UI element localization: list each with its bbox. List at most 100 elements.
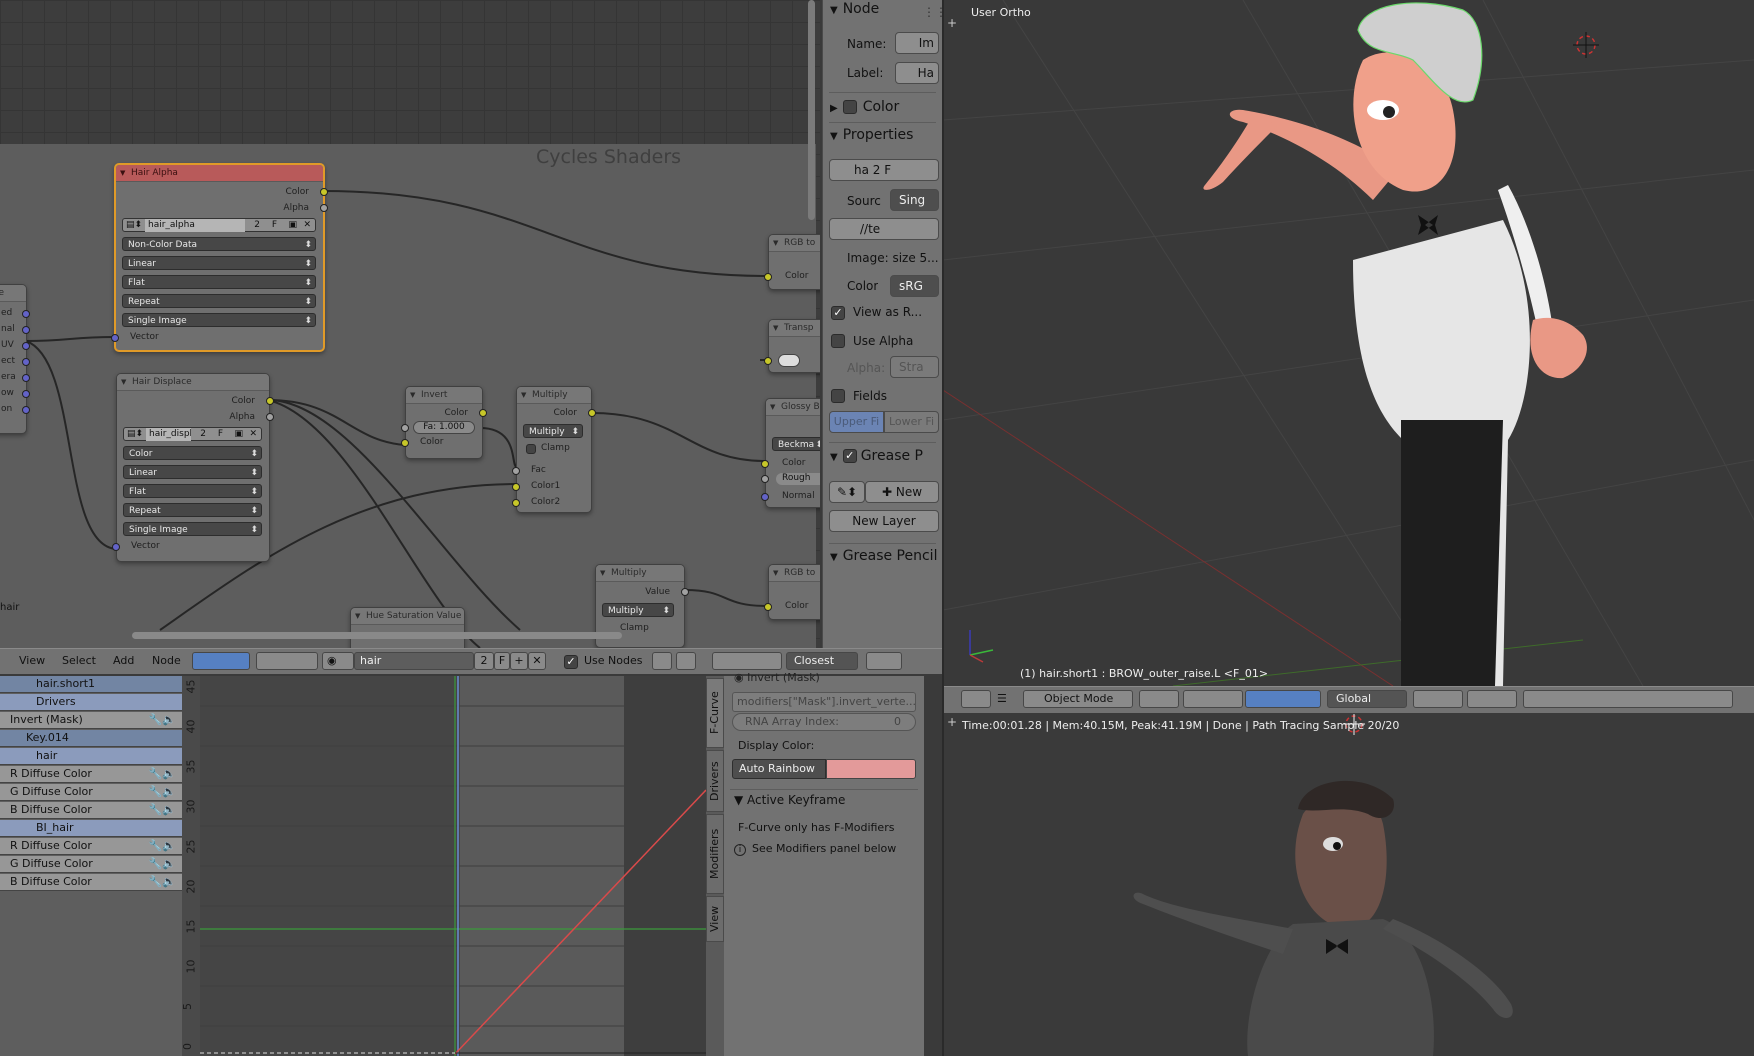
fake-user-button[interactable]: F bbox=[272, 219, 277, 232]
mode-dropdown[interactable]: Object Mode bbox=[1023, 690, 1133, 708]
node-panel-title[interactable]: Node bbox=[830, 1, 880, 17]
label-field[interactable]: Ha bbox=[895, 62, 939, 84]
fac-input-socket[interactable] bbox=[401, 424, 409, 432]
new-grease-button[interactable]: ✚ New bbox=[865, 481, 939, 503]
grease-checkbox[interactable]: ✓ bbox=[842, 449, 857, 463]
add-material-icon[interactable]: + bbox=[510, 652, 528, 670]
display-color-swatch[interactable] bbox=[826, 759, 916, 779]
menu-add[interactable]: Add bbox=[113, 654, 134, 667]
normal-input-socket[interactable] bbox=[761, 493, 769, 501]
output-socket[interactable] bbox=[22, 374, 30, 382]
alpha-output-socket[interactable] bbox=[266, 413, 274, 421]
color-mode-dropdown[interactable]: Auto Rainbow bbox=[732, 759, 826, 779]
tab-drivers[interactable]: Drivers bbox=[706, 750, 724, 812]
color-output-socket[interactable] bbox=[320, 188, 328, 196]
hair-displace-node[interactable]: Hair Displace Color Alpha ▤⬍ hair_displa… bbox=[112, 373, 274, 562]
color2-input-socket[interactable] bbox=[512, 499, 520, 507]
hair-alpha-node[interactable]: Hair Alpha Color Alpha ▤⬍ hair_alpha 2 F… bbox=[111, 163, 328, 352]
fake-user-button[interactable]: F bbox=[494, 652, 510, 670]
color-input-socket[interactable] bbox=[764, 273, 772, 281]
upper-field-button[interactable]: Upper Fi bbox=[829, 411, 884, 433]
color-checkbox[interactable] bbox=[842, 100, 857, 114]
multiply-node[interactable]: Multiply Color Multiply Clamp Fac Color1… bbox=[512, 386, 596, 513]
file-path-field[interactable]: //te bbox=[829, 218, 939, 240]
active-keyframe-title[interactable]: ▼ Active Keyframe bbox=[734, 793, 845, 807]
output-socket[interactable] bbox=[22, 342, 30, 350]
channel-row[interactable]: B Diffuse Color 🔧🔈 bbox=[0, 874, 182, 891]
output-socket[interactable] bbox=[22, 310, 30, 318]
color-input-socket[interactable] bbox=[761, 460, 769, 468]
tab-modifiers[interactable]: Modifiers bbox=[706, 814, 724, 894]
channel-row[interactable]: hair.short1 bbox=[0, 676, 182, 693]
color-input-socket[interactable] bbox=[764, 603, 772, 611]
colorspace-dropdown[interactable]: Color bbox=[123, 446, 262, 461]
grease-pencil-panel-title[interactable]: ✓Grease P bbox=[830, 448, 923, 464]
channel-mute-icons[interactable]: 🔧🔈 bbox=[149, 874, 176, 890]
menu-icon[interactable]: ☰ bbox=[997, 692, 1007, 705]
close-icon[interactable]: ✕ bbox=[303, 219, 311, 232]
backdrop-icon[interactable] bbox=[652, 652, 672, 670]
transform-manipulator-buttons[interactable] bbox=[1245, 690, 1321, 708]
source-dropdown[interactable]: Sing bbox=[890, 189, 939, 211]
editor-divider[interactable] bbox=[942, 0, 944, 1056]
extension-dropdown[interactable]: Repeat bbox=[122, 294, 316, 309]
graph-area[interactable] bbox=[200, 676, 706, 1056]
value-output-socket[interactable] bbox=[681, 588, 689, 596]
channel-row[interactable]: Drivers bbox=[0, 694, 182, 711]
fac-input-socket[interactable] bbox=[512, 467, 520, 475]
projection-dropdown[interactable]: Flat bbox=[123, 484, 262, 499]
shading-dropdown[interactable] bbox=[1139, 690, 1179, 708]
roughness-input-socket[interactable] bbox=[761, 475, 769, 483]
channel-row[interactable]: Key.014 bbox=[0, 730, 182, 747]
pivot-manipulator-buttons[interactable] bbox=[1183, 690, 1243, 708]
image-name[interactable]: ha bbox=[854, 163, 869, 177]
texture-coordinate-node[interactable]: te ed nal UV ect era ow on bbox=[0, 284, 30, 434]
image-selector[interactable]: ▤⬍ hair_alpha 2 F ▣ ✕ bbox=[122, 218, 316, 232]
layer-buttons-2[interactable] bbox=[1467, 690, 1517, 708]
color-swatch[interactable] bbox=[778, 354, 800, 367]
close-icon[interactable]: ✕ bbox=[249, 428, 257, 441]
channel-row[interactable]: hair bbox=[0, 748, 182, 765]
layer-buttons-1[interactable] bbox=[1413, 690, 1463, 708]
math-mode-dropdown[interactable]: Multiply bbox=[602, 603, 674, 618]
color1-input-socket[interactable] bbox=[512, 483, 520, 491]
interpolation-dropdown[interactable]: Linear bbox=[123, 465, 262, 480]
source-dropdown[interactable]: Single Image bbox=[123, 522, 262, 537]
output-socket[interactable] bbox=[22, 326, 30, 334]
color-panel-title[interactable]: Color bbox=[830, 99, 899, 115]
alpha-output-socket[interactable] bbox=[320, 204, 328, 212]
material-name-field[interactable]: hair bbox=[354, 652, 474, 670]
color-input-socket[interactable] bbox=[401, 439, 409, 447]
extension-dropdown[interactable]: Repeat bbox=[123, 503, 262, 518]
color-output-socket[interactable] bbox=[479, 409, 487, 417]
properties-panel-title[interactable]: Properties bbox=[830, 127, 914, 143]
image-selector[interactable]: ▤⬍ hair_displa 2 F ▣ ✕ bbox=[123, 427, 262, 441]
image-selector[interactable]: ha 2 F bbox=[829, 159, 939, 181]
toolbar-toggle-icon[interactable]: + bbox=[947, 715, 957, 729]
snap-mode-dropdown[interactable]: Closest bbox=[786, 652, 858, 670]
image-name[interactable]: hair_displa bbox=[146, 428, 191, 441]
transparent-bsdf-node[interactable]: Transp bbox=[764, 319, 820, 373]
use-nodes-checkbox[interactable]: ✓ bbox=[564, 655, 578, 669]
vector-input-socket[interactable] bbox=[111, 334, 119, 342]
source-dropdown[interactable]: Single Image bbox=[122, 313, 316, 328]
parent-icon[interactable] bbox=[676, 652, 696, 670]
channel-row[interactable]: R Diffuse Color 🔧🔈 bbox=[0, 766, 182, 783]
material-browse-button[interactable]: ◉ bbox=[322, 652, 354, 670]
shader-object-type-buttons[interactable] bbox=[256, 652, 318, 670]
rna-index-field[interactable]: RNA Array Index: 0 bbox=[732, 713, 916, 731]
roughness-field[interactable]: Rough bbox=[776, 473, 820, 485]
alpha-mode-dropdown[interactable]: Stra bbox=[890, 356, 939, 378]
tab-view[interactable]: View bbox=[706, 896, 724, 942]
image-name[interactable]: hair_alpha bbox=[145, 219, 245, 232]
rgb-to-bw-node[interactable]: RGB to Color bbox=[764, 234, 820, 290]
output-socket[interactable] bbox=[22, 358, 30, 366]
shader-type-buttons[interactable] bbox=[192, 652, 250, 670]
color-output-socket[interactable] bbox=[266, 397, 274, 405]
use-alpha-checkbox[interactable] bbox=[831, 334, 845, 348]
channel-row[interactable]: R Diffuse Color 🔧🔈 bbox=[0, 838, 182, 855]
fake-user-button[interactable]: F bbox=[218, 428, 223, 441]
snap-render-buttons[interactable] bbox=[1523, 690, 1733, 708]
new-layer-button[interactable]: New Layer bbox=[829, 510, 939, 532]
color-input-socket[interactable] bbox=[764, 357, 772, 365]
